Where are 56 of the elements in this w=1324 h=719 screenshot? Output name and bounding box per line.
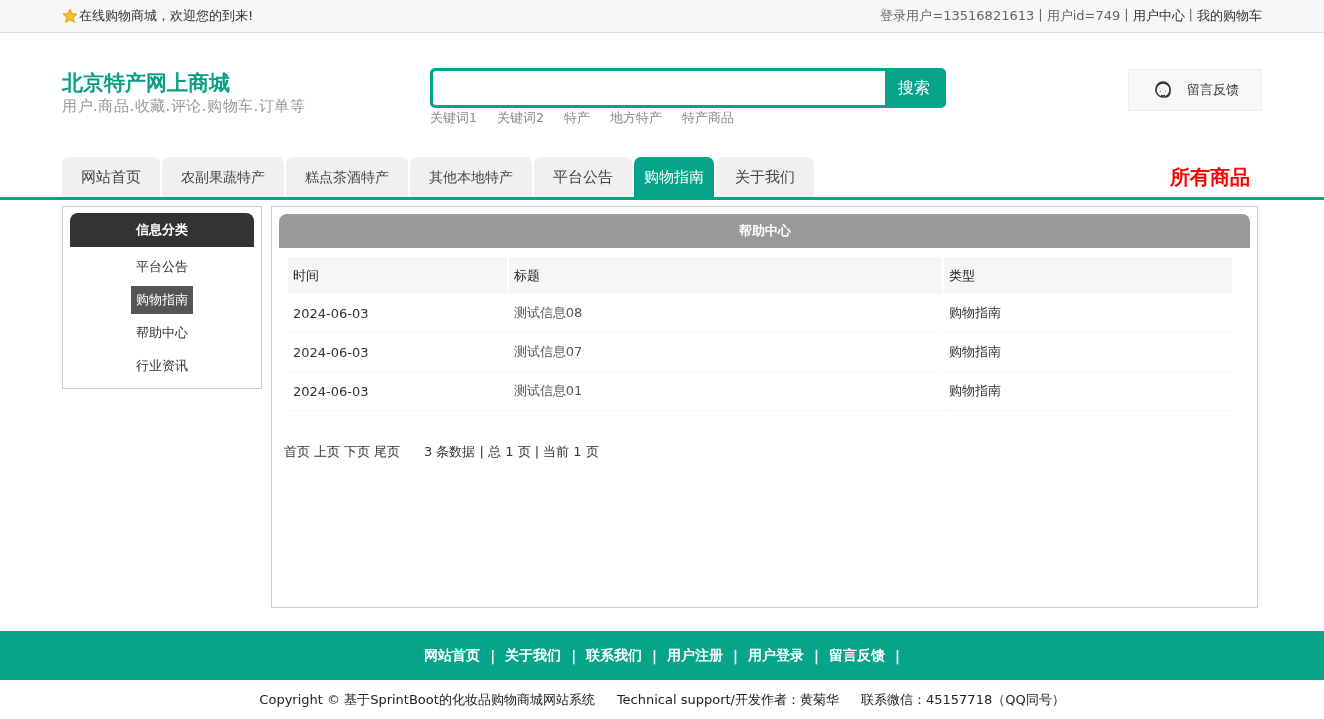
nav-tab[interactable]: 糕点茶酒特产 xyxy=(286,157,408,197)
pagination-summary: 3 条数据 | 总 1 页 | 当前 1 页 xyxy=(424,443,599,461)
sidebar-title: 信息分类 xyxy=(70,213,254,247)
nav-tab[interactable]: 网站首页 xyxy=(62,157,160,197)
separator: | xyxy=(1038,7,1043,24)
keyword-link[interactable]: 特产商品 xyxy=(681,110,734,127)
panel-title: 帮助中心 xyxy=(279,214,1250,248)
separator: | xyxy=(652,647,657,664)
feedback-button[interactable]: 留言反馈 xyxy=(1128,69,1262,111)
sidebar-item[interactable]: 购物指南 xyxy=(131,286,193,314)
separator: | xyxy=(733,647,738,664)
separator: | xyxy=(490,647,496,664)
nav-tab[interactable]: 平台公告 xyxy=(534,157,632,197)
keyword-link[interactable]: 地方特产 xyxy=(609,110,662,127)
support-text: Technical support/开发作者：黄菊华 xyxy=(616,691,839,709)
keyword-link[interactable]: 特产 xyxy=(563,110,590,127)
table-cell: 2024-06-03 xyxy=(288,294,507,333)
table-cell: 测试信息08 xyxy=(508,294,942,333)
sidebar-item[interactable]: 帮助中心 xyxy=(131,319,193,347)
nav-tab[interactable]: 关于我们 xyxy=(716,157,814,197)
table-cell: 测试信息07 xyxy=(508,333,942,372)
table-cell: 2024-06-03 xyxy=(288,372,507,411)
keyword-link[interactable]: 关键词2 xyxy=(496,110,544,127)
sidebar-item[interactable]: 行业资讯 xyxy=(131,352,193,380)
site-title: 北京特产网上商城 xyxy=(62,70,231,97)
nav-tab[interactable]: 农副果蔬特产 xyxy=(162,157,284,197)
login-user-text: 登录用户=13516821613 xyxy=(880,7,1035,25)
top-link[interactable]: 我的购物车 xyxy=(1197,7,1262,25)
nav-tab[interactable]: 其他本地特产 xyxy=(410,157,532,197)
table-cell: 购物指南 xyxy=(943,294,1232,333)
separator: | xyxy=(1188,7,1193,24)
table-cell: 2024-06-03 xyxy=(288,333,507,372)
contact-text: 联系微信：45157718（QQ同号） xyxy=(861,691,1065,709)
pagination-link[interactable]: 首页 xyxy=(284,443,310,461)
table-cell: 购物指南 xyxy=(943,372,1232,411)
site-subtitle: 用户.商品.收藏.评论.购物车.订单等 xyxy=(62,97,307,116)
all-products-link[interactable]: 所有商品 xyxy=(1170,157,1250,197)
separator: | xyxy=(571,647,577,664)
welcome-text: 在线购物商城，欢迎您的到来! xyxy=(79,7,254,25)
column-header: 标题 xyxy=(508,257,942,294)
pagination-link[interactable]: 尾页 xyxy=(374,443,400,461)
separator: | xyxy=(1124,7,1129,24)
sidebar-item[interactable]: 平台公告 xyxy=(131,253,193,281)
keyword-link[interactable]: 关键词1 xyxy=(430,110,477,127)
table-cell: 购物指南 xyxy=(943,333,1232,372)
column-header: 类型 xyxy=(943,257,1232,294)
top-link[interactable]: 用户中心 xyxy=(1132,7,1185,25)
user-id-text: 用户id=749 xyxy=(1046,7,1121,25)
column-header: 时间 xyxy=(288,257,507,294)
separator: | xyxy=(813,647,819,664)
table-cell: 测试信息01 xyxy=(508,372,942,411)
pagination-link[interactable]: 下页 xyxy=(344,443,370,461)
star-icon xyxy=(62,8,78,24)
separator: | xyxy=(894,647,900,664)
pagination-link[interactable]: 上页 xyxy=(314,443,340,461)
copyright-text: Copyright © 基于SprintBoot的化妆品购物商城网站系统 xyxy=(259,691,595,709)
